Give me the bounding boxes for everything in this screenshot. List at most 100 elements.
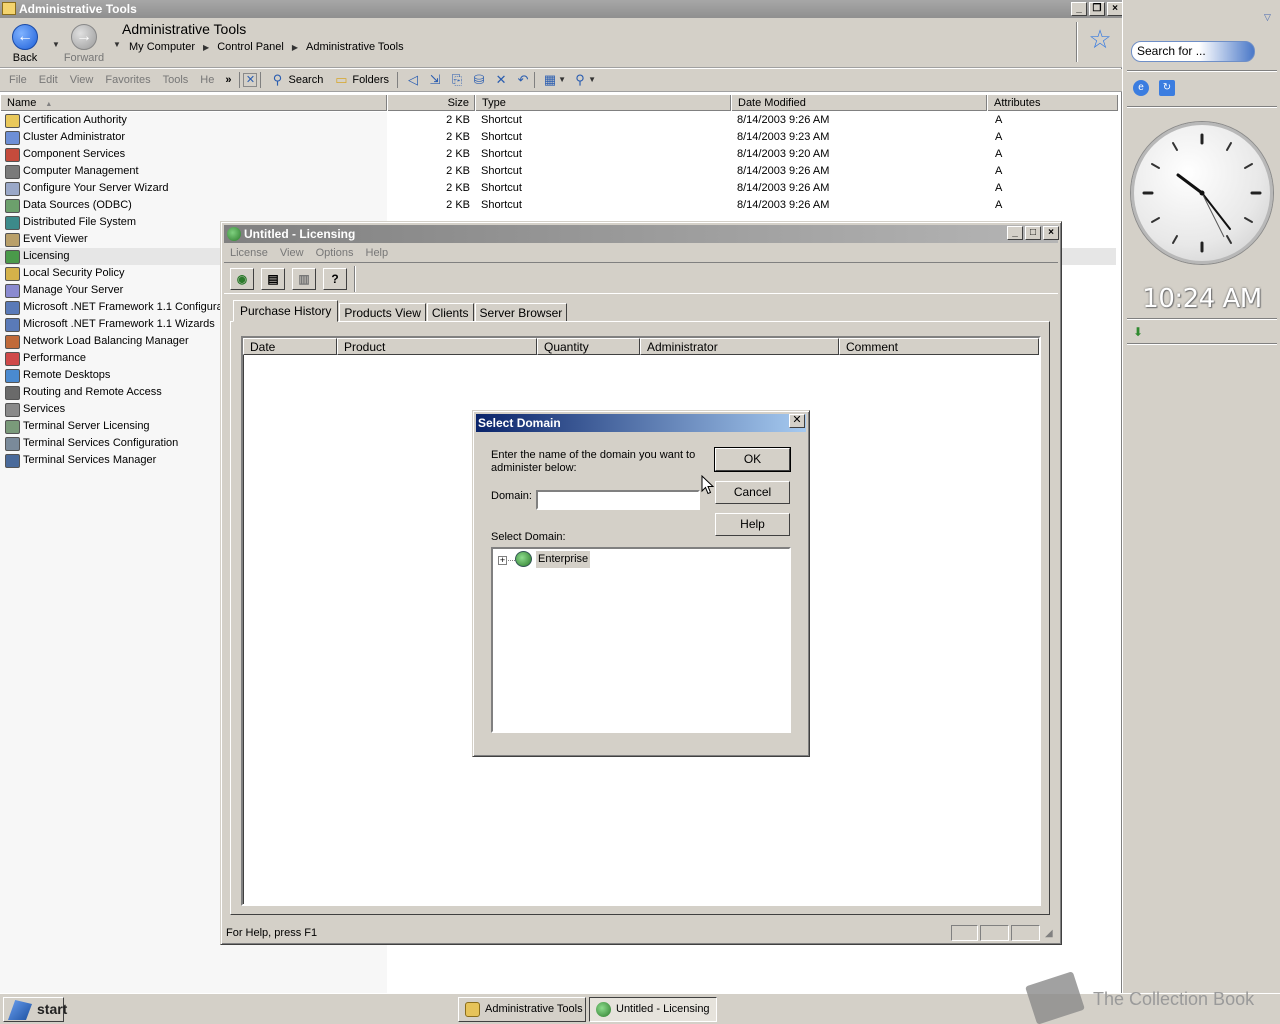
menu-favorites[interactable]: Favorites <box>99 74 156 86</box>
breadcrumb-item[interactable]: My Computer <box>129 41 195 54</box>
undo-icon[interactable]: ↶ <box>515 72 531 88</box>
menu-edit[interactable]: Edit <box>33 74 64 86</box>
menu-view[interactable]: View <box>274 247 310 259</box>
tab-clients[interactable]: Clients <box>426 303 474 322</box>
column-header-date[interactable]: Date <box>243 338 337 355</box>
licensing-toolbar: ◉ ▤ ▥ ? <box>224 262 1058 294</box>
column-header-size[interactable]: Size <box>387 95 475 111</box>
breadcrumb-item[interactable]: Control Panel <box>217 41 284 54</box>
resize-grip-icon[interactable]: ◢ <box>1045 928 1053 939</box>
taskbar-item-administrative-tools[interactable]: Administrative Tools <box>458 997 586 1022</box>
menu-view[interactable]: View <box>64 74 100 86</box>
internet-explorer-icon[interactable]: e <box>1133 80 1149 96</box>
properties-icon[interactable]: ▥ <box>292 268 316 290</box>
licensing-title-bar[interactable]: Untitled - Licensing _ □ × <box>224 225 1059 243</box>
close-button[interactable]: × <box>1107 2 1123 16</box>
menu-overflow-icon[interactable]: » <box>220 74 236 86</box>
menu-options[interactable]: Options <box>310 247 360 259</box>
map-drive-icon[interactable]: ⛁ <box>471 72 487 88</box>
column-name-label: Name <box>7 97 37 109</box>
sidebar-search-input[interactable]: Search for ... <box>1131 41 1255 62</box>
file-row[interactable]: Data Sources (ODBC) 2 KB Shortcut 8/14/2003… <box>0 197 1116 214</box>
menu-license[interactable]: License <box>224 247 274 259</box>
column-header-type[interactable]: Type <box>475 95 731 111</box>
tree-expand-plus-icon[interactable]: + <box>498 556 507 565</box>
explorer-title-bar[interactable]: Administrative Tools _ ❐ × <box>0 0 1123 18</box>
shortcut-icon <box>5 216 20 230</box>
ok-button[interactable]: OK <box>714 447 791 472</box>
tab-server-browser[interactable]: Server Browser <box>474 303 568 322</box>
file-attributes: A <box>995 131 1003 143</box>
domain-tree[interactable]: + Enterprise <box>491 547 791 733</box>
status-pane <box>1011 925 1040 941</box>
forward-dropdown-icon[interactable]: ▼ <box>113 40 121 49</box>
back-button[interactable]: ← Back <box>0 22 50 66</box>
folders-button[interactable]: ▭ Folders <box>328 72 394 88</box>
taskbar-item-licensing[interactable]: Untitled - Licensing <box>589 997 717 1022</box>
cancel-button[interactable]: Cancel <box>715 481 790 504</box>
file-row[interactable]: Computer Management 2 KB Shortcut 8/14/2003… <box>0 163 1116 180</box>
column-header-name[interactable]: Name ▲ <box>0 95 387 111</box>
file-date-modified: 8/14/2003 9:26 AM <box>737 199 830 211</box>
maximize-button[interactable]: □ <box>1025 226 1041 240</box>
start-button[interactable]: start <box>3 997 67 1022</box>
breadcrumb-item[interactable]: Administrative Tools <box>306 41 404 54</box>
tab-purchase-history[interactable]: Purchase History <box>233 300 339 322</box>
find-icon[interactable]: ⚲ <box>572 72 588 88</box>
move-to-icon[interactable]: ⇲ <box>427 72 443 88</box>
file-row[interactable]: Certification Authority 2 KB Shortcut 8/14/… <box>0 112 1116 129</box>
feed-icon[interactable]: ↻ <box>1159 80 1175 96</box>
close-button[interactable]: × <box>1043 226 1059 240</box>
file-name: Network Load Balancing Manager <box>23 335 189 347</box>
menu-file[interactable]: File <box>3 74 33 86</box>
column-header-quantity[interactable]: Quantity <box>537 338 640 355</box>
file-row[interactable]: Component Services 2 KB Shortcut 8/14/2003 … <box>0 146 1116 163</box>
restore-button[interactable]: ❐ <box>1089 2 1105 16</box>
status-pane <box>951 925 978 941</box>
menu-help[interactable]: He <box>194 74 220 86</box>
network-status-icon[interactable]: ⬇ <box>1133 325 1147 339</box>
tab-products-view[interactable]: Products View <box>339 303 426 322</box>
file-row[interactable]: Configure Your Server Wizard 2 KB Shortcut… <box>0 180 1116 197</box>
breadcrumb-separator-icon[interactable]: ▶ <box>292 41 298 54</box>
column-header-administrator[interactable]: Administrator <box>640 338 839 355</box>
favorites-star-icon[interactable]: ☆ <box>1088 26 1112 52</box>
delete-icon[interactable]: ✕ <box>493 72 509 88</box>
copy-to-icon[interactable]: ⎘ <box>449 72 465 88</box>
select-domain-icon[interactable]: ◉ <box>230 268 254 290</box>
column-header-comment[interactable]: Comment <box>839 338 1039 355</box>
file-type: Shortcut <box>481 148 522 160</box>
new-license-icon[interactable]: ▤ <box>261 268 285 290</box>
file-date-modified: 8/14/2003 9:26 AM <box>737 114 830 126</box>
file-name: Remote Desktops <box>23 369 111 381</box>
tree-item-enterprise[interactable]: Enterprise <box>536 551 591 568</box>
column-header-date-modified[interactable]: Date Modified <box>731 95 987 111</box>
file-type: Shortcut <box>481 131 522 143</box>
menu-tools[interactable]: Tools <box>157 74 195 86</box>
breadcrumb-separator-icon[interactable]: ▶ <box>203 41 209 54</box>
minimize-button[interactable]: _ <box>1007 226 1023 240</box>
search-button[interactable]: ⚲ Search <box>264 72 328 88</box>
back-label: Back <box>12 52 38 64</box>
up-folder-icon[interactable]: ◁ <box>405 72 421 88</box>
help-button[interactable]: Help <box>715 513 790 536</box>
explorer-menu-bar: File Edit View Favorites Tools He » ✕ ⚲ … <box>0 69 1122 92</box>
views-icon[interactable]: ▦ <box>542 72 558 88</box>
file-row[interactable]: Cluster Administrator 2 KB Shortcut 8/14/20… <box>0 129 1116 146</box>
views-dropdown-icon[interactable]: ▼ <box>558 72 566 88</box>
sidebar-menu-chevron-icon[interactable]: ▽ <box>1264 12 1271 23</box>
dialog-close-button[interactable]: ✕ <box>789 414 805 428</box>
domain-input[interactable] <box>536 490 700 510</box>
find-dropdown-icon[interactable]: ▼ <box>588 72 596 88</box>
forward-button[interactable]: → Forward <box>59 22 109 66</box>
file-name: Certification Authority <box>23 114 127 126</box>
shortcut-icon <box>5 148 20 162</box>
help-question-icon[interactable]: ? <box>323 268 347 290</box>
minimize-button[interactable]: _ <box>1071 2 1087 16</box>
column-header-attributes[interactable]: Attributes <box>987 95 1118 111</box>
dialog-title-bar[interactable]: Select Domain <box>476 414 806 432</box>
file-name: Component Services <box>23 148 126 160</box>
menu-help[interactable]: Help <box>360 247 395 259</box>
delete-x-icon[interactable]: ✕ <box>243 73 258 87</box>
column-header-product[interactable]: Product <box>337 338 537 355</box>
